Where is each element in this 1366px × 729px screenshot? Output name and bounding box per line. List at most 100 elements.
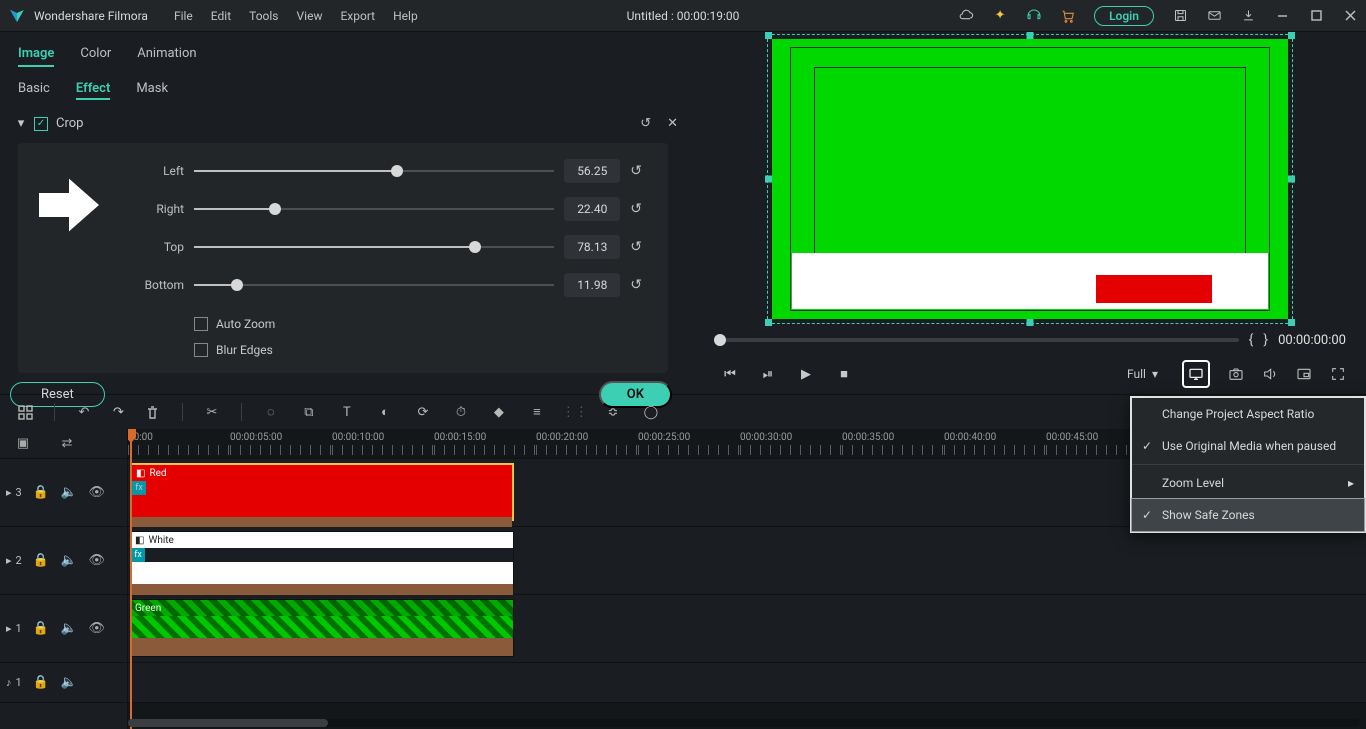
tab-color[interactable]: Color — [80, 46, 111, 67]
download-icon[interactable] — [1240, 8, 1256, 24]
crop-top-reset-icon[interactable]: ↺ — [630, 239, 642, 255]
visibility-icon[interactable]: 👁 — [88, 553, 106, 568]
lock-icon[interactable]: 🔒 — [32, 553, 50, 568]
mute-icon[interactable]: 🔈 — [60, 675, 78, 690]
playhead[interactable] — [130, 429, 132, 729]
subtab-mask[interactable]: Mask — [136, 81, 168, 100]
volume-icon[interactable] — [1262, 366, 1278, 382]
crop-bottom-reset-icon[interactable]: ↺ — [630, 277, 642, 293]
clip-white[interactable]: ◧White fx — [130, 531, 514, 589]
color-icon[interactable]: ◐ — [376, 403, 394, 421]
login-button[interactable]: Login — [1094, 6, 1154, 26]
headphones-icon[interactable] — [1026, 8, 1042, 24]
crop-bottom-slider[interactable] — [194, 284, 554, 286]
crop-enable-checkbox[interactable]: ✓ — [34, 117, 48, 131]
redo-icon[interactable]: ↷ — [113, 405, 124, 420]
window-close-icon[interactable] — [1342, 8, 1358, 24]
fullscreen-icon[interactable] — [1330, 366, 1346, 382]
menu-help[interactable]: Help — [393, 9, 418, 23]
mute-icon[interactable]: 🔈 — [60, 485, 78, 500]
crop-tool-icon[interactable]: ⧉ — [300, 403, 318, 421]
visibility-icon[interactable]: 👁 — [88, 485, 106, 500]
menu-tools[interactable]: Tools — [249, 9, 278, 23]
lock-icon[interactable]: 🔒 — [32, 675, 50, 690]
tab-animation[interactable]: Animation — [137, 46, 196, 67]
play-pause-icon[interactable]: ⏯ — [760, 366, 776, 382]
preview-canvas[interactable] — [694, 32, 1366, 326]
cloud-icon[interactable] — [958, 8, 974, 24]
crop-right-reset-icon[interactable]: ↺ — [630, 201, 642, 217]
auto-zoom-checkbox[interactable]: ✓ — [194, 317, 208, 331]
mail-icon[interactable] — [1206, 8, 1222, 24]
reset-section-icon[interactable]: ↺ — [640, 116, 651, 131]
timer-icon[interactable]: ⏱ — [452, 403, 470, 421]
speed-icon[interactable]: ⟳ — [414, 403, 432, 421]
clip-green[interactable]: Green — [130, 599, 514, 657]
keyframe-diamond-icon[interactable]: ◆ — [490, 403, 508, 421]
marker-icon[interactable]: ◯ — [642, 403, 660, 421]
mark-in-icon[interactable]: { — [1249, 332, 1254, 348]
mark-out-icon[interactable]: } — [1263, 332, 1268, 348]
lock-icon[interactable]: 🔒 — [32, 621, 50, 636]
trash-icon[interactable] — [144, 403, 162, 421]
lightbulb-icon[interactable]: ✦ — [992, 8, 1008, 24]
crop-top-slider[interactable] — [194, 246, 554, 248]
crop-right-slider[interactable] — [194, 208, 554, 210]
track-2[interactable]: ◧White fx — [128, 527, 1366, 595]
stop-icon[interactable]: ■ — [836, 366, 852, 382]
cm-zoom-level[interactable]: Zoom Level▸ — [1132, 467, 1364, 499]
resolution-select[interactable]: Full ▾ — [1121, 365, 1164, 383]
crop-section-header[interactable]: ▾ ✓ Crop ↺ ✕ — [0, 110, 694, 137]
tab-image[interactable]: Image — [18, 46, 54, 67]
tag-icon[interactable]: ◌ — [262, 403, 280, 421]
cm-use-original-media[interactable]: ✓Use Original Media when paused — [1132, 430, 1364, 462]
timeline-hscroll[interactable] — [128, 719, 1360, 727]
thumbnail-mode-icon[interactable]: ▣ — [14, 436, 32, 451]
cart-icon[interactable] — [1060, 8, 1076, 24]
mute-icon[interactable]: 🔈 — [60, 553, 78, 568]
text-icon[interactable]: T — [338, 403, 356, 421]
clip-red[interactable]: ◧Red fx — [130, 463, 514, 521]
track-1[interactable]: Green — [128, 595, 1366, 663]
window-minimize-icon[interactable] — [1274, 8, 1290, 24]
mute-icon[interactable]: 🔈 — [60, 621, 78, 636]
pip-icon[interactable] — [1296, 366, 1312, 382]
scrubber-thumb[interactable] — [714, 334, 726, 346]
track-audio-1[interactable] — [128, 663, 1366, 703]
crop-top-value[interactable]: 78.13 — [564, 235, 620, 259]
save-icon[interactable] — [1172, 8, 1188, 24]
window-maximize-icon[interactable] — [1308, 8, 1324, 24]
prev-frame-icon[interactable]: ⏮ — [722, 366, 738, 382]
crop-left-value[interactable]: 56.25 — [564, 159, 620, 183]
subtab-basic[interactable]: Basic — [18, 81, 50, 100]
transform-bounding-box[interactable] — [767, 34, 1293, 324]
menu-edit[interactable]: Edit — [211, 9, 231, 23]
menu-export[interactable]: Export — [340, 9, 375, 23]
auto-zoom-row[interactable]: ✓ Auto Zoom — [194, 317, 642, 331]
cm-change-aspect[interactable]: Change Project Aspect Ratio — [1132, 398, 1364, 430]
play-icon[interactable]: ▶ — [798, 366, 814, 382]
crop-bottom-value[interactable]: 11.98 — [564, 273, 620, 297]
menu-file[interactable]: File — [174, 9, 193, 23]
menu-view[interactable]: View — [297, 9, 323, 23]
snapshot-icon[interactable] — [1228, 366, 1244, 382]
mixer-icon[interactable]: ≎ — [604, 403, 622, 421]
visibility-icon[interactable]: 👁 — [88, 621, 106, 636]
cut-icon[interactable]: ✂ — [203, 403, 221, 421]
subtab-effect[interactable]: Effect — [76, 81, 110, 100]
crop-left-slider[interactable] — [194, 170, 554, 172]
adjust-icon[interactable]: ≡ — [528, 403, 546, 421]
blur-edges-row[interactable]: ✓ Blur Edges — [194, 343, 642, 357]
display-settings-button[interactable] — [1182, 360, 1210, 388]
crop-right-value[interactable]: 22.40 — [564, 197, 620, 221]
cm-show-safe-zones[interactable]: ✓Show Safe Zones — [1132, 499, 1364, 531]
undo-icon[interactable]: ↶ — [75, 403, 93, 421]
blur-edges-checkbox[interactable]: ✓ — [194, 343, 208, 357]
link-icon[interactable]: ⇄ — [58, 436, 76, 451]
timeline-hscroll-thumb[interactable] — [128, 719, 328, 727]
lock-icon[interactable]: 🔒 — [32, 485, 50, 500]
audio-wave-icon[interactable]: ⋮⋮ — [566, 403, 584, 421]
clip-fx-icon[interactable]: fx — [132, 481, 146, 495]
close-section-icon[interactable]: ✕ — [667, 116, 678, 131]
grid-icon[interactable] — [16, 403, 34, 421]
